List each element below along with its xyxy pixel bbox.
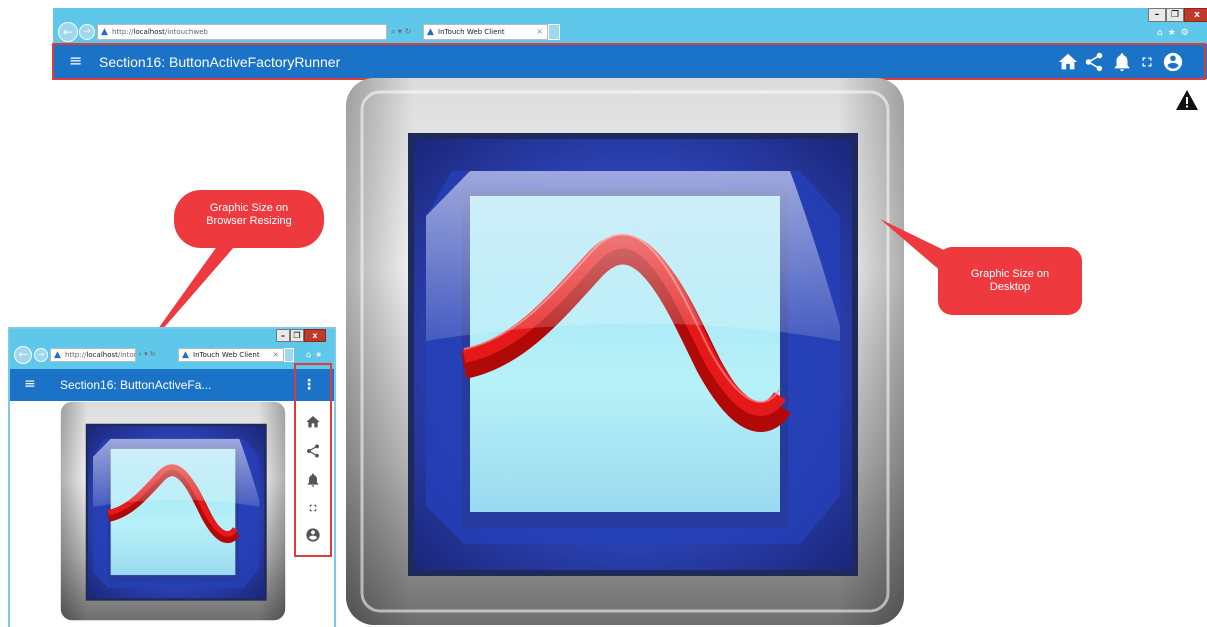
callout-resizing-text: Graphic Size on Browser Resizing (174, 202, 324, 228)
address-bar[interactable]: ▲ http://localhost/intouchweb (97, 24, 387, 40)
bell-icon[interactable] (305, 472, 321, 488)
mini-minimize-button[interactable]: – (276, 329, 290, 342)
resized-browser-window: – ❐ x ← → ▲ http://localhost/intouchweb … (8, 327, 336, 627)
intouch-favicon-icon: ▲ (427, 27, 434, 37)
browser-toolbar-icons: ⌂★⚙ (1157, 28, 1194, 38)
bell-icon[interactable] (1111, 51, 1133, 73)
trend-panel-graphic-large[interactable] (344, 76, 906, 627)
mini-page-title: Section16: ButtonActiveFa... (60, 378, 212, 392)
back-arrow-icon: ← (62, 25, 74, 39)
home-icon[interactable]: ⌂ (1157, 28, 1168, 38)
home-icon[interactable] (1057, 51, 1079, 73)
share-icon[interactable] (1083, 51, 1105, 73)
trend-panel-graphic-small[interactable] (60, 401, 286, 621)
minimize-button[interactable]: – (1148, 8, 1166, 22)
app-bar: ≡ Section16: ButtonActiveFactoryRunner (53, 44, 1207, 79)
star-icon[interactable]: ★ (315, 350, 326, 359)
callout-desktop-text: Graphic Size on Desktop (938, 268, 1082, 294)
url-prefix: http:// (112, 28, 134, 36)
mini-url-prefix: http:// (65, 351, 87, 359)
tab-close-icon[interactable]: × (536, 25, 543, 39)
account-icon[interactable] (1162, 51, 1184, 73)
mini-maximize-button[interactable]: ❐ (290, 329, 304, 342)
forward-arrow-icon: → (83, 27, 91, 37)
maximize-button[interactable]: ❐ (1166, 8, 1184, 22)
callout-desktop: Graphic Size on Desktop (880, 217, 1084, 317)
intouch-favicon-icon: ▲ (54, 350, 61, 360)
mini-browser-tab[interactable]: ▲ InTouch Web Client × (178, 348, 284, 362)
mini-new-tab-button[interactable] (284, 348, 294, 362)
account-icon[interactable] (305, 527, 321, 543)
home-icon[interactable] (305, 414, 321, 430)
callout-resizing-label: Graphic Size on Browser Resizing (206, 202, 292, 227)
star-icon[interactable]: ★ (1168, 28, 1181, 38)
mini-app-bar: ≡ Section16: ButtonActiveFa... ⋮ (10, 369, 334, 401)
url-host: localhost (133, 28, 165, 36)
new-tab-button[interactable] (548, 24, 560, 40)
mini-tab-title: InTouch Web Client (193, 351, 260, 359)
warning-icon (1176, 90, 1198, 110)
browser-tab[interactable]: ▲ InTouch Web Client × (423, 24, 548, 40)
intouch-favicon-icon: ▲ (101, 27, 108, 37)
back-arrow-icon: ← (18, 348, 28, 361)
mini-url-path: /intouchweb (117, 351, 135, 359)
mini-window-controls: – ❐ x (276, 329, 326, 342)
callout-desktop-label: Graphic Size on Desktop (970, 268, 1050, 293)
close-button[interactable]: x (1184, 8, 1207, 22)
overflow-menu (296, 405, 330, 557)
url-path: /intouchweb (164, 28, 208, 36)
gear-icon[interactable]: ⚙ (1181, 28, 1194, 38)
mini-browser-titlebar: – ❐ x ← → ▲ http://localhost/intouchweb … (10, 329, 334, 369)
window-controls: – ❐ x (1148, 8, 1207, 22)
menu-icon[interactable]: ≡ (69, 52, 82, 70)
mini-forward-button[interactable]: → (34, 348, 48, 362)
forward-arrow-icon: → (37, 350, 45, 359)
back-button[interactable]: ← (58, 22, 78, 42)
browser-titlebar: ← → ▲ http://localhost/intouchweb ⌕ ▾ ↻ … (53, 8, 1207, 44)
mini-browser-toolbar-icons: ⌂★ (306, 350, 326, 359)
tab-title: InTouch Web Client (438, 28, 505, 36)
mini-url-host: localhost (86, 351, 118, 359)
mini-tab-close-icon[interactable]: × (272, 349, 279, 361)
mini-close-button[interactable]: x (304, 329, 326, 342)
page-title: Section16: ButtonActiveFactoryRunner (99, 54, 341, 70)
mini-menu-icon[interactable]: ≡ (24, 376, 36, 392)
fullscreen-icon[interactable] (1136, 51, 1158, 73)
mini-back-button[interactable]: ← (14, 346, 32, 364)
intouch-favicon-icon: ▲ (182, 350, 189, 360)
address-tools[interactable]: ⌕ ▾ ↻ (391, 27, 411, 37)
fullscreen-icon[interactable] (305, 500, 321, 516)
mini-address-tools[interactable]: ⌕ ▾ ↻ (138, 350, 156, 359)
home-icon[interactable]: ⌂ (306, 350, 315, 359)
screenshot-stage: ← → ▲ http://localhost/intouchweb ⌕ ▾ ↻ … (0, 0, 1207, 627)
overflow-menu-icon[interactable]: ⋮ (302, 377, 316, 393)
forward-button[interactable]: → (79, 24, 95, 40)
share-icon[interactable] (305, 443, 321, 459)
mini-address-bar[interactable]: ▲ http://localhost/intouchweb (50, 348, 136, 362)
